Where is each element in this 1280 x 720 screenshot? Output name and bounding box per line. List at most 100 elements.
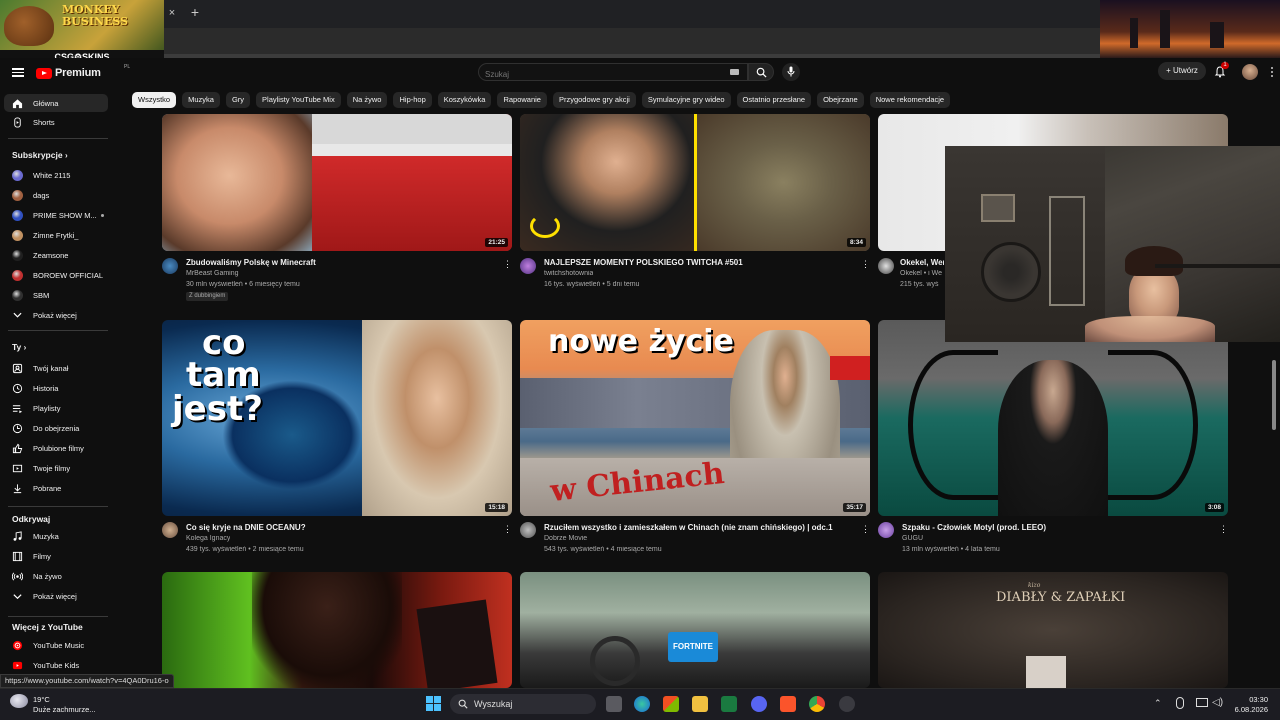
search-input[interactable] (479, 66, 709, 83)
address-bar[interactable] (164, 28, 1100, 58)
channel-name[interactable]: Okekel • i We (900, 270, 944, 277)
channel-avatar[interactable] (878, 522, 894, 538)
volume-icon[interactable]: ◁) (1212, 697, 1223, 708)
weather-temp[interactable]: 19°C (33, 695, 50, 704)
steam-icon[interactable] (839, 696, 855, 712)
video-menu-icon[interactable]: ⋮ (1219, 524, 1228, 534)
video-title[interactable]: NAJLEPSZE MOMENTY POLSKIEGO TWITCHA #501 (544, 258, 854, 267)
chip-9[interactable]: Symulacyjne gry wideo (641, 92, 731, 108)
channel-avatar[interactable] (520, 522, 536, 538)
video-title[interactable]: Okekel, Wen (900, 258, 944, 267)
chip-11[interactable]: Obejrzane (817, 92, 864, 108)
video-title[interactable]: Rzuciłem wszystko i zamieszkałem w China… (544, 523, 854, 532)
sidebar-item-shorts[interactable]: Shorts (4, 113, 108, 131)
chip-6[interactable]: Koszykówka (437, 92, 492, 108)
close-tab-icon[interactable]: × (165, 6, 179, 20)
sidebar-item-explore-0[interactable]: Muzyka (4, 527, 108, 545)
sidebar-item-history[interactable]: Historia (4, 379, 108, 397)
sidebar-item-explore-2[interactable]: Na żywo (4, 567, 108, 585)
sidebar-item-yt-music[interactable]: YouTube Music (4, 636, 108, 654)
video-menu-icon[interactable]: ⋮ (861, 259, 870, 269)
sidebar-item-explore-1[interactable]: Filmy (4, 547, 108, 565)
chip-1[interactable]: Muzyka (182, 92, 220, 108)
sidebar-item-your-videos[interactable]: Twoje filmy (4, 459, 108, 477)
sidebar-sub-6[interactable]: SBM (4, 286, 108, 304)
video-title[interactable]: Zbudowaliśmy Polskę w Minecraft (186, 258, 496, 267)
sidebar-sub-0[interactable]: White 2115 (4, 166, 108, 184)
weather-cloud-icon[interactable] (10, 694, 28, 708)
taskbar-search[interactable]: Wyszukaj (450, 694, 596, 714)
video-thumbnail[interactable]: 8:34 (520, 114, 870, 251)
video-thumbnail[interactable]: 3:08 (878, 320, 1228, 516)
microphone-icon[interactable] (1176, 697, 1184, 709)
sidebar-item-download[interactable]: Pobrane (4, 479, 108, 497)
store-icon[interactable] (663, 696, 679, 712)
brave-icon[interactable] (780, 696, 796, 712)
video-thumbnail[interactable]: nowe życie w Chinach 35:17 (520, 320, 870, 516)
video-thumbnail[interactable]: 21:25 (162, 114, 512, 251)
video-title[interactable]: Co się kryje na DNIE OCEANU? (186, 523, 496, 532)
chip-4[interactable]: Na żywo (346, 92, 388, 108)
chip-3[interactable]: Playlisty YouTube Mix (256, 92, 341, 108)
video-menu-icon[interactable]: ⋮ (503, 259, 512, 269)
youtube-logo[interactable]: Premium PL (36, 64, 130, 80)
sidebar-item-watch-later[interactable]: Do obejrzenia (4, 419, 108, 437)
video-menu-icon[interactable]: ⋮ (861, 524, 870, 534)
channel-name[interactable]: GUGU (902, 535, 923, 542)
menu-icon[interactable] (12, 66, 24, 78)
channel-avatar[interactable] (520, 258, 536, 274)
channel-name[interactable]: Dobrze Movie (544, 535, 587, 542)
sidebar-sub-5[interactable]: BOROEW OFFICIAL (4, 266, 108, 284)
chip-0[interactable]: Wszystko (132, 92, 177, 108)
chip-8[interactable]: Przygodowe gry akcji (552, 92, 636, 108)
search-box[interactable] (478, 63, 748, 83)
chip-2[interactable]: Gry (225, 92, 251, 108)
chip-7[interactable]: Rapowanie (497, 92, 547, 108)
task-view-icon[interactable] (606, 696, 622, 712)
sidebar-item-playlist[interactable]: Playlisty (4, 399, 108, 417)
chip-10[interactable]: Ostatnio przesłane (736, 92, 812, 108)
weather-desc[interactable]: Duże zachmurze... (33, 705, 96, 714)
excel-icon[interactable] (721, 696, 737, 712)
sidebar-sub-4[interactable]: Zeamsone (4, 246, 108, 264)
channel-avatar[interactable] (162, 258, 178, 274)
sidebar-sub-2[interactable]: PRIME SHOW M... (4, 206, 108, 224)
channel-avatar[interactable] (162, 522, 178, 538)
display-icon[interactable] (1196, 698, 1208, 707)
clock-time[interactable]: 03:30 (1236, 695, 1268, 704)
chevron-up-icon[interactable]: ⌃ (1154, 698, 1162, 709)
account-avatar[interactable] (1242, 64, 1258, 80)
video-thumbnail[interactable]: kizo DIABŁY & ZAPAŁKI (878, 572, 1228, 688)
create-button[interactable]: + Utwórz (1158, 62, 1206, 80)
sidebar-sub-3[interactable]: Zimne Frytki_ (4, 226, 108, 244)
you-header[interactable]: Ty › (12, 342, 26, 352)
channel-name[interactable]: MrBeast Gaming (186, 270, 239, 277)
scrollbar-thumb[interactable] (1272, 360, 1276, 430)
sidebar-item-yt-kids[interactable]: YouTube Kids (4, 656, 108, 674)
sidebar-item-home[interactable]: Główna (4, 94, 108, 112)
promo-banner[interactable]: MONKEY BUSINESS CSG⚙SKINS (0, 0, 164, 64)
chip-5[interactable]: Hip-hop (393, 92, 432, 108)
show-more-button[interactable]: Pokaż więcej (4, 306, 108, 324)
keyboard-icon[interactable] (730, 69, 739, 75)
channel-name[interactable]: twitchshotownia (544, 270, 593, 277)
video-title[interactable]: Szpaku - Człowiek Motyl (prod. LEEO) (902, 523, 1212, 532)
channel-avatar[interactable] (878, 258, 894, 274)
sidebar-sub-1[interactable]: dags (4, 186, 108, 204)
discord-icon[interactable] (751, 696, 767, 712)
subscriptions-header[interactable]: Subskrypcje › (12, 150, 68, 160)
channel-name[interactable]: Kolega Ignacy (186, 535, 230, 542)
search-button[interactable] (748, 63, 774, 81)
windows-start-icon[interactable] (426, 696, 441, 711)
new-tab-button[interactable]: + (188, 4, 202, 20)
video-thumbnail[interactable]: FORTNITE (520, 572, 870, 688)
video-thumbnail[interactable] (162, 572, 512, 688)
file-explorer-icon[interactable] (692, 696, 708, 712)
edge-icon[interactable] (634, 696, 650, 712)
chip-12[interactable]: Nowe rekomendacje (869, 92, 951, 108)
chrome-icon[interactable] (809, 696, 825, 712)
sidebar-item-like[interactable]: Polubione filmy (4, 439, 108, 457)
more-vert-icon[interactable] (1270, 66, 1274, 78)
clock-date[interactable]: 6.08.2026 (1228, 705, 1268, 714)
sidebar-item-explore-3[interactable]: Pokaż więcej (4, 587, 108, 605)
